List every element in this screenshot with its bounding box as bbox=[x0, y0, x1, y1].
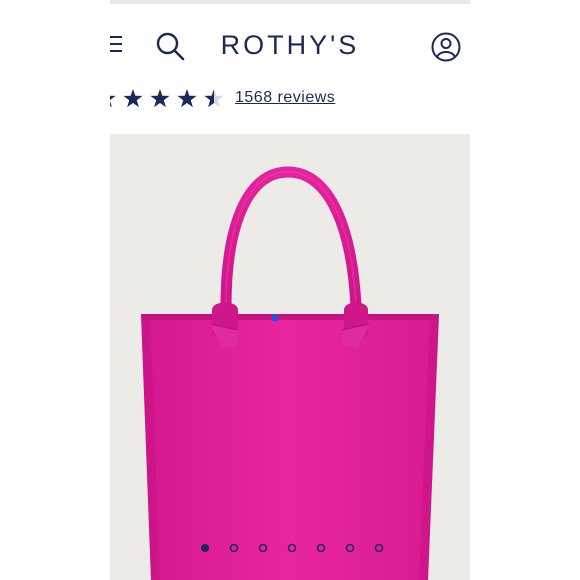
account-icon[interactable] bbox=[430, 31, 462, 63]
star-icon-3 bbox=[150, 89, 170, 108]
carousel-dot-7[interactable] bbox=[374, 543, 384, 553]
star-icon-2 bbox=[123, 89, 143, 108]
carousel-dot-1[interactable] bbox=[201, 544, 209, 552]
header: ROTHY'S bbox=[110, 4, 470, 82]
star-icon-1 bbox=[110, 89, 116, 108]
star-rating bbox=[110, 89, 224, 108]
product-rating: 1568 reviews bbox=[110, 86, 470, 112]
carousel-dot-6[interactable] bbox=[345, 543, 355, 553]
carousel-dot-4[interactable] bbox=[287, 543, 297, 553]
carousel-dot-2[interactable] bbox=[229, 543, 239, 553]
carousel-dot-3[interactable] bbox=[258, 543, 268, 553]
star-icon-4 bbox=[177, 89, 197, 108]
product-image[interactable] bbox=[110, 134, 470, 580]
carousel-dots bbox=[201, 543, 384, 553]
brand-logo[interactable]: ROTHY'S bbox=[110, 28, 470, 62]
tote-bag-illustration bbox=[141, 166, 439, 580]
half-star-icon bbox=[204, 89, 224, 108]
reviews-link[interactable]: 1568 reviews bbox=[235, 89, 335, 107]
product-page: ROTHY'S 1568 reviews bbox=[110, 4, 470, 580]
carousel-dot-5[interactable] bbox=[316, 543, 326, 553]
